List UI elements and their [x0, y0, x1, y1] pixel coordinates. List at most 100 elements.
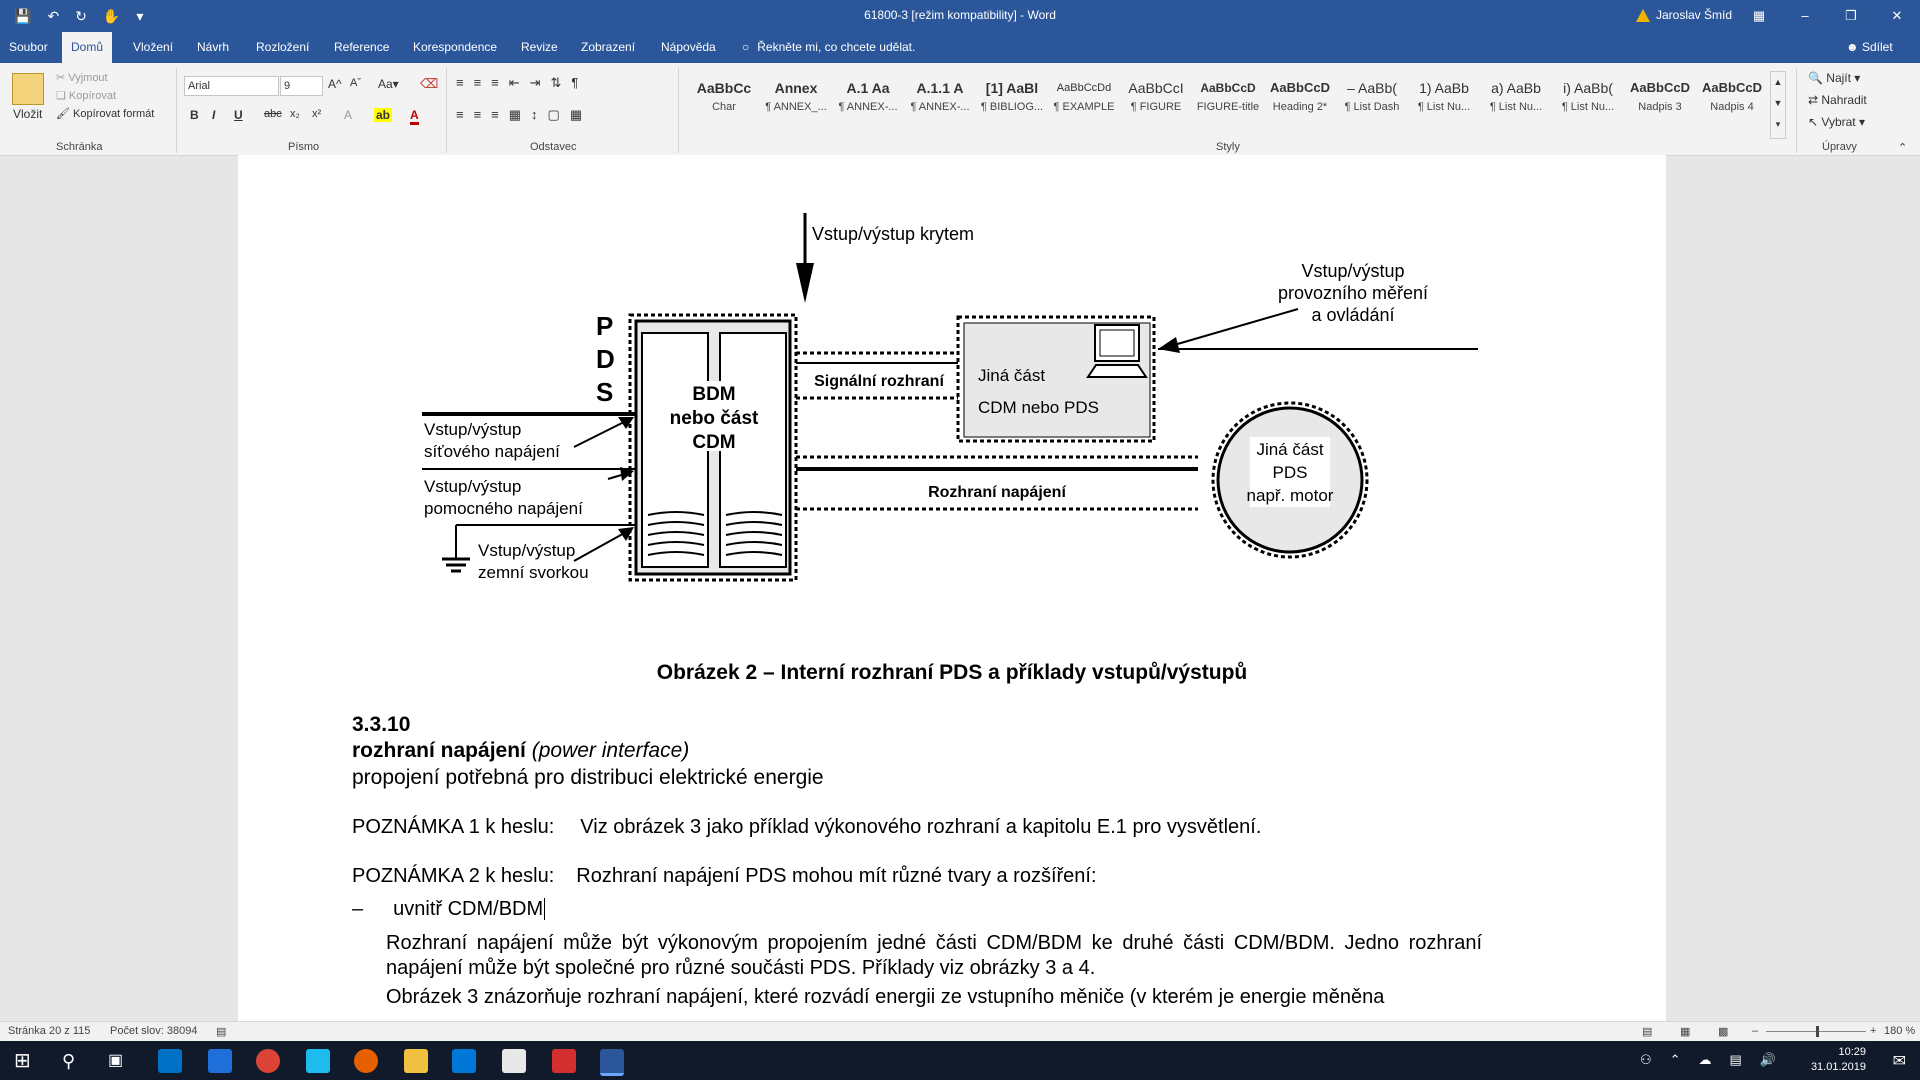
share-button[interactable]: ☻ Sdílet [1846, 32, 1893, 63]
superscript-icon[interactable]: x² [312, 108, 321, 120]
close-icon[interactable]: ✕ [1874, 0, 1920, 32]
style-item[interactable]: AaBbCcD Nadpis 3 [1624, 75, 1696, 139]
zoom-out-icon[interactable]: – [1752, 1025, 1758, 1037]
word-taskbar-icon[interactable] [600, 1049, 624, 1076]
tab-vlozeni[interactable]: Vložení [124, 32, 182, 63]
italic-icon[interactable]: I [212, 108, 215, 122]
web-layout-icon[interactable]: ▩ [1718, 1025, 1728, 1038]
task-view-icon[interactable]: ▣ [108, 1049, 132, 1073]
internet-explorer-icon[interactable] [306, 1049, 330, 1073]
style-item[interactable]: AaBbCcD Nadpis 4 [1696, 75, 1768, 139]
shrink-font-icon[interactable]: Aˇ [350, 77, 361, 89]
tell-me-text: Řekněte mi, co chcete udělat. [757, 40, 916, 54]
word-count[interactable]: Počet slov: 38094 [110, 1025, 197, 1037]
zoom-in-icon[interactable]: + [1870, 1025, 1876, 1037]
tab-rozlozeni[interactable]: Rozložení [247, 32, 318, 63]
replace-button[interactable]: ⇄ Nahradit [1808, 93, 1867, 107]
format-painter-button[interactable]: 🖌 Kopírovat formát [56, 107, 154, 120]
windows-start-icon[interactable]: ⊞ [14, 1049, 38, 1073]
font-color-icon[interactable]: A [410, 108, 419, 125]
style-item[interactable]: [1] AaBl ¶ BIBLIOG... [976, 75, 1048, 139]
user-account[interactable]: Jaroslav Šmíd [1636, 8, 1732, 22]
style-name: ¶ ANNEX-... [910, 101, 970, 113]
subscript-icon[interactable]: x₂ [290, 108, 300, 120]
figure-pds-interfaces: Vstup/výstup krytem P D S BDM nebo část … [422, 213, 1478, 582]
firefox-icon[interactable] [354, 1049, 378, 1073]
font-size-combo[interactable]: 9 [280, 76, 323, 96]
print-layout-icon[interactable]: ▦ [1680, 1025, 1690, 1038]
find-button[interactable]: 🔍 Najít ▾ [1808, 71, 1860, 85]
style-item[interactable]: – AaBb(¶ List Dash [1336, 75, 1408, 139]
warning-icon [1636, 8, 1650, 22]
underline-icon[interactable]: U [234, 108, 243, 122]
strikethrough-icon[interactable]: abc [264, 108, 282, 120]
cover-io-label: Vstup/výstup krytem [812, 224, 974, 244]
signal-interface-label: Signální rozhraní [814, 373, 944, 390]
bold-icon[interactable]: B [190, 108, 199, 122]
aux-io-label: pomocného napájení [424, 499, 583, 518]
tab-korespondence[interactable]: Korespondence [404, 32, 506, 63]
zoom-slider-thumb[interactable] [1816, 1026, 1819, 1037]
clock[interactable]: 10:29 31.01.2019 [1811, 1045, 1866, 1075]
font-name-combo[interactable]: Arial [184, 76, 279, 96]
style-item[interactable]: i) AaBb(¶ List Nu... [1552, 75, 1624, 139]
tab-revize[interactable]: Revize [512, 32, 567, 63]
store-icon[interactable] [452, 1049, 476, 1073]
replace-label: Nahradit [1821, 93, 1867, 107]
search-icon[interactable]: ⚲ [62, 1049, 86, 1073]
select-button[interactable]: ↖ Vybrat ▾ [1808, 115, 1865, 129]
page-count[interactable]: Stránka 20 z 115 [8, 1025, 90, 1037]
mail-icon[interactable] [502, 1049, 526, 1073]
tab-domu[interactable]: Domů [62, 32, 113, 63]
text-effects-icon[interactable]: A [344, 108, 352, 122]
style-item[interactable]: A.1 Aa ¶ ANNEX-... [832, 75, 904, 139]
chrome-icon[interactable] [256, 1049, 280, 1073]
style-item[interactable]: AaBbCcDd ¶ EXAMPLE [1048, 75, 1120, 139]
tab-napoveda[interactable]: Nápověda [652, 32, 725, 63]
acrobat-icon[interactable] [552, 1049, 576, 1073]
copy-button[interactable]: ❏ Kopírovat [56, 89, 116, 102]
minimize-icon[interactable]: – [1782, 0, 1828, 32]
style-item[interactable]: AaBbCc Char [688, 75, 760, 139]
file-explorer-icon[interactable] [404, 1049, 428, 1073]
styles-scroll-icon[interactable]: ▲ ▼ ▾ [1770, 71, 1786, 139]
tab-soubor[interactable]: Soubor [0, 32, 57, 63]
paste-button[interactable]: Vložit [13, 107, 42, 121]
list-buttons[interactable]: ≡≡≡⇤⇥⇅¶ [456, 75, 588, 91]
outlook-icon[interactable] [158, 1049, 182, 1073]
copy-label: Kopírovat [68, 90, 117, 102]
style-item[interactable]: a) AaBb ¶ List Nu... [1480, 75, 1552, 139]
edge-icon[interactable] [208, 1049, 232, 1073]
style-item[interactable]: AaBbCcD FIGURE-title [1192, 75, 1264, 139]
grow-font-icon[interactable]: A^ [328, 77, 342, 91]
tab-navrh[interactable]: Návrh [188, 32, 238, 63]
style-item[interactable]: AaBbCcI ¶ FIGURE [1120, 75, 1192, 139]
style-item[interactable]: A.1.1 A ¶ ANNEX-... [904, 75, 976, 139]
collapse-ribbon-icon[interactable]: ⌃ [1898, 141, 1907, 154]
tab-zobrazeni[interactable]: Zobrazení [572, 32, 644, 63]
proofing-icon[interactable]: ▤ [216, 1025, 226, 1038]
cut-button[interactable]: ✂ Vyjmout [56, 71, 108, 84]
document-page[interactable]: Vstup/výstup krytem P D S BDM nebo část … [238, 155, 1666, 1021]
highlight-icon[interactable]: ab [374, 108, 393, 122]
style-name: ¶ EXAMPLE [1053, 101, 1115, 113]
read-mode-icon[interactable]: ▤ [1642, 1025, 1652, 1038]
align-buttons[interactable]: ≡≡≡▦↕▢▦ [456, 107, 592, 123]
definition: propojení potřebná pro distribuci elektr… [352, 766, 824, 789]
separator [176, 68, 177, 153]
change-case-icon[interactable]: Aa▾ [378, 77, 399, 91]
ribbon-display-icon[interactable]: ▦ [1736, 0, 1782, 32]
system-tray-icons[interactable]: ⚇⌃☁▤🔊 [1640, 1052, 1794, 1068]
zoom-level[interactable]: 180 % [1884, 1025, 1915, 1037]
notifications-icon[interactable]: ✉ [1893, 1051, 1906, 1071]
tab-reference[interactable]: Reference [325, 32, 398, 63]
note1-text: Viz obrázek 3 jako příklad výkonového ro… [580, 816, 1262, 838]
tell-me-search[interactable]: ○ Řekněte mi, co chcete udělat. [742, 32, 915, 63]
style-item[interactable]: AaBbCcD Heading 2* [1264, 75, 1336, 139]
paste-icon[interactable] [12, 73, 44, 105]
list-item-text: uvnitř CDM/BDM [393, 898, 546, 920]
style-item[interactable]: 1) AaBb ¶ List Nu... [1408, 75, 1480, 139]
style-item[interactable]: Annex ¶ ANNEX_... [760, 75, 832, 139]
maximize-icon[interactable]: ❐ [1828, 0, 1874, 32]
clear-format-icon[interactable]: ⌫ [420, 76, 438, 92]
